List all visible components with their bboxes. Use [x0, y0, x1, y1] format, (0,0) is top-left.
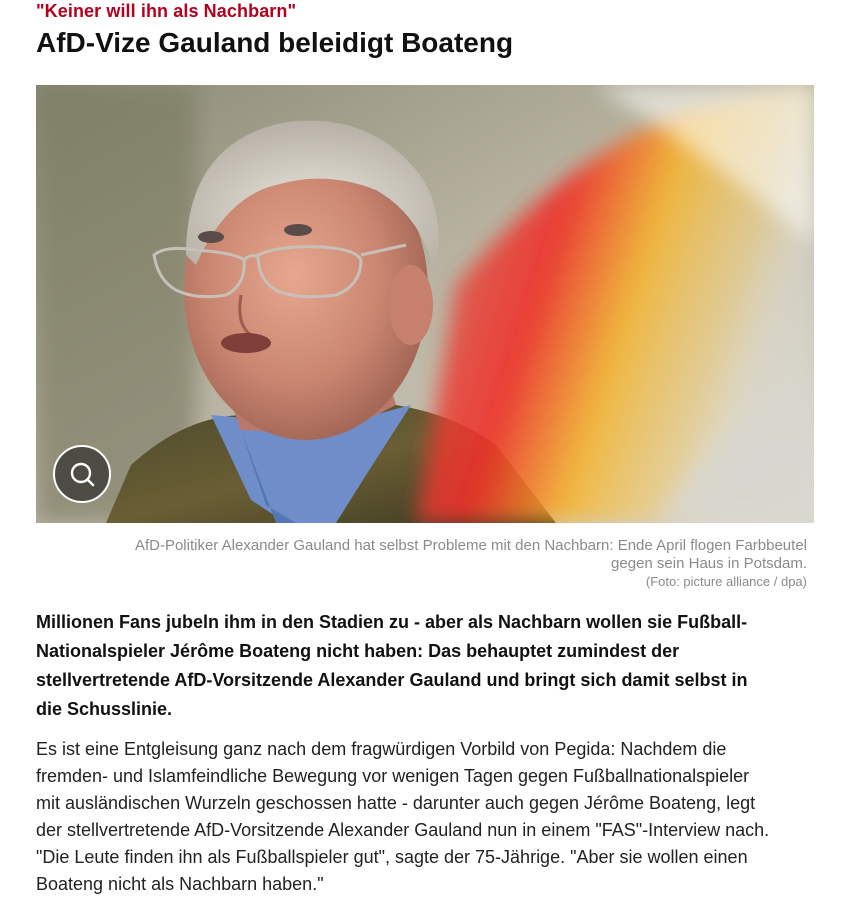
article-lead: Millionen Fans jubeln ihm in den Stadien…	[36, 608, 806, 724]
photo-illustration	[36, 85, 814, 523]
lead-line: die Schusslinie.	[36, 699, 173, 719]
image-caption: AfD-Politiker Alexander Gauland hat selb…	[36, 537, 807, 591]
body-line: Boateng nicht als Nachbarn haben."	[36, 874, 324, 894]
body-line: "Die Leute finden ihn als Fußballspieler…	[36, 847, 748, 867]
body-line: mit ausländischen Wurzeln geschossen hat…	[36, 793, 756, 813]
photo-credit: (Foto: picture alliance / dpa)	[645, 574, 807, 589]
lead-line: Nationalspieler Jérôme Boateng nicht hab…	[36, 641, 680, 661]
lead-line: Millionen Fans jubeln ihm in den Stadien…	[36, 612, 748, 632]
caption-line: gegen sein Haus in Potsdam.	[611, 555, 807, 572]
article-body: Es ist eine Entgleisung ganz nach dem fr…	[36, 736, 826, 898]
magnifier-icon	[70, 462, 95, 487]
body-line: fremden- und Islamfeindliche Bewegung vo…	[36, 766, 750, 786]
article-kicker: "Keiner will ihn als Nachbarn"	[36, 1, 297, 21]
image-zoom-button[interactable]	[53, 445, 111, 503]
article-photo[interactable]	[36, 85, 814, 523]
lead-line: stellvertretende AfD-Vorsitzende Alexand…	[36, 670, 748, 690]
article-headline: AfD-Vize Gauland beleidigt Boateng	[36, 27, 514, 58]
body-line: Es ist eine Entgleisung ganz nach dem fr…	[36, 739, 727, 759]
caption-line: AfD-Politiker Alexander Gauland hat selb…	[134, 537, 807, 554]
body-line: der stellvertretende AfD-Vorsitzende Ale…	[36, 820, 770, 840]
